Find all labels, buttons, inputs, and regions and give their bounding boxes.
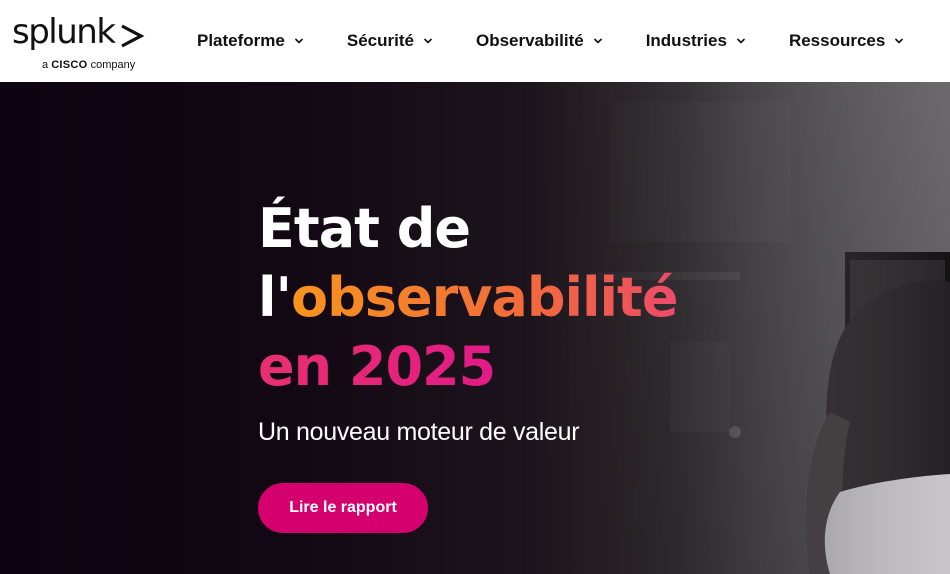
chevron-down-icon xyxy=(736,38,746,44)
splunk-logo[interactable]: splunk a CISCO company xyxy=(12,12,152,74)
logo-tagline-prefix: a xyxy=(42,59,49,71)
nav-item-label: Observabilité xyxy=(475,31,584,50)
read-report-button[interactable]: Lire le rapport xyxy=(258,483,428,533)
nav-item-industries[interactable]: Industries xyxy=(646,31,746,51)
hero-title-line2-prefix: l' xyxy=(258,266,292,329)
nav-item-label: Sécurité xyxy=(346,31,414,50)
logo-tagline: a CISCO company xyxy=(42,59,135,71)
nav-item-ressources[interactable]: Ressources xyxy=(789,31,904,51)
main-nav: Plateforme Sécurité Observabilité Indust… xyxy=(197,0,904,82)
hero-title: État de l'observabilité en 2025 xyxy=(258,194,738,401)
chevron-down-icon xyxy=(895,38,904,44)
nav-item-label: Industries xyxy=(645,31,727,50)
chevron-down-icon xyxy=(423,38,433,44)
site-header: splunk a CISCO company Plateforme Sécuri… xyxy=(0,0,950,82)
nav-item-plateforme[interactable]: Plateforme xyxy=(197,31,304,51)
splunk-chevron-icon xyxy=(121,24,145,48)
nav-item-label: Plateforme xyxy=(197,31,285,50)
hero-title-line1: État de xyxy=(258,197,471,260)
hero-subtitle: Un nouveau moteur de valeur xyxy=(258,418,580,446)
hero-title-accent: observabilité xyxy=(291,266,678,329)
chevron-down-icon xyxy=(294,38,303,44)
hero-banner: État de l'observabilité en 2025 Un nouve… xyxy=(0,82,950,574)
hero-title-line3: en 2025 xyxy=(258,335,496,398)
chevron-down-icon xyxy=(593,38,602,44)
logo-tagline-suffix: company xyxy=(90,59,136,71)
nav-item-label: Ressources xyxy=(788,31,886,50)
logo-wordmark: splunk xyxy=(12,12,116,52)
nav-item-observabilite[interactable]: Observabilité xyxy=(476,31,603,51)
logo-tagline-cisco: CISCO xyxy=(51,59,88,71)
nav-item-securite[interactable]: Sécurité xyxy=(347,31,433,51)
